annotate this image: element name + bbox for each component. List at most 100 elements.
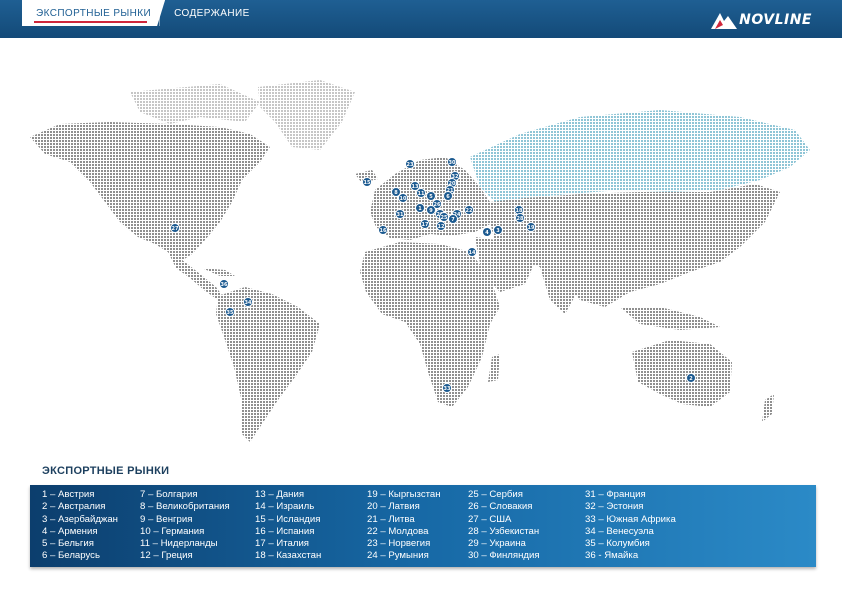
svg-text:27: 27 — [172, 226, 179, 232]
legend-item: 18 – Казахстан — [255, 550, 322, 562]
legend-item: 33 – Южная Африка — [585, 513, 676, 525]
tab-contents-label: СОДЕРЖАНИЕ — [174, 7, 250, 19]
map-marker-14: 14 — [467, 247, 477, 257]
legend-item: 26 – Словакия — [468, 501, 533, 513]
svg-text:9: 9 — [429, 208, 433, 214]
svg-text:23: 23 — [407, 162, 414, 168]
svg-text:1: 1 — [418, 206, 422, 212]
legend-item: 3 – Азербайджан — [42, 513, 118, 525]
map-marker-2: 2 — [686, 373, 696, 383]
map-marker-28: 28 — [515, 213, 525, 223]
map-marker-17: 17 — [420, 219, 430, 229]
svg-text:36: 36 — [221, 282, 228, 288]
map-marker-27: 27 — [170, 223, 180, 233]
map-marker-36: 36 — [219, 279, 229, 289]
svg-text:7: 7 — [451, 217, 455, 223]
map-marker-10: 10 — [398, 193, 408, 203]
legend-item: 1 – Австрия — [42, 489, 95, 500]
map-marker-12: 12 — [436, 221, 446, 231]
svg-text:2: 2 — [689, 376, 693, 382]
svg-text:4: 4 — [485, 230, 489, 236]
mountain-logo-icon — [711, 13, 738, 29]
novline-logo: NOVLINE — [711, 9, 812, 31]
legend-item: 13 – Дания — [255, 489, 305, 500]
tab-bar: ЭКСПОРТНЫЕ РЫНКИ СОДЕРЖАНИЕ — [22, 0, 258, 30]
legend-item: 16 – Испания — [255, 525, 315, 537]
legend-item: 2 – Австралия — [42, 501, 106, 513]
map-marker-23: 23 — [405, 159, 415, 169]
legend-item: 8 – Великобритания — [140, 501, 230, 513]
legend-item: 4 – Армения — [42, 525, 98, 537]
header-bar: ЭКСПОРТНЫЕ РЫНКИ СОДЕРЖАНИЕ NOVLINE — [0, 0, 842, 38]
legend-item: 32 – Эстония — [585, 501, 644, 513]
legend-item: 24 – Румыния — [367, 550, 429, 562]
svg-text:10: 10 — [400, 196, 407, 202]
tab-contents[interactable]: СОДЕРЖАНИЕ — [159, 0, 264, 26]
map-marker-1: 1 — [415, 203, 425, 213]
map-marker-4: 4 — [482, 227, 492, 237]
map-marker-34: 34 — [243, 297, 253, 307]
svg-text:33: 33 — [444, 386, 451, 392]
markets-legend: 1 – Австрия 2 – Австралия 3 – Азербайджа… — [30, 485, 816, 567]
legend-item: 10 – Германия — [140, 525, 205, 537]
logo-text: NOVLINE — [739, 12, 812, 28]
map-marker-25: 25 — [439, 212, 449, 222]
map-marker-30: 30 — [447, 157, 457, 167]
svg-text:6: 6 — [446, 194, 450, 200]
tab-export-markets-label: ЭКСПОРТНЫЕ РЫНКИ — [36, 7, 152, 19]
legend-item: 21 – Литва — [367, 513, 415, 525]
map-marker-5: 5 — [426, 191, 436, 201]
legend-item: 14 – Израиль — [255, 501, 315, 513]
legend-item: 17 – Италия — [255, 538, 310, 550]
legend-item: 6 – Беларусь — [42, 550, 100, 562]
map-marker-35: 35 — [225, 307, 235, 317]
map-marker-6: 6 — [443, 191, 453, 201]
map-marker-31: 31 — [395, 209, 405, 219]
legend-item: 20 – Латвия — [367, 501, 420, 513]
svg-text:12: 12 — [438, 224, 445, 230]
map-marker-3: 3 — [493, 225, 503, 235]
legend-column-2: 7 – Болгария 8 – Великобритания 9 – Венг… — [140, 489, 230, 563]
svg-text:16: 16 — [380, 228, 387, 234]
legend-column-1: 1 – Австрия 2 – Австралия 3 – Азербайджа… — [42, 489, 118, 563]
world-map: 1523303220218131151062619293117252422712… — [20, 62, 820, 452]
map-marker-9: 9 — [426, 205, 436, 215]
map-marker-15: 15 — [362, 177, 372, 187]
svg-text:8: 8 — [394, 190, 398, 196]
svg-text:18: 18 — [516, 208, 523, 214]
legend-item: 12 – Греция — [140, 550, 193, 562]
svg-text:11: 11 — [418, 191, 425, 197]
svg-text:28: 28 — [517, 216, 524, 222]
map-marker-11: 11 — [416, 188, 426, 198]
continents — [30, 80, 810, 442]
legend-item: 15 – Исландия — [255, 513, 321, 525]
svg-text:22: 22 — [466, 208, 473, 214]
legend-item: 36 - Ямайка — [585, 550, 639, 562]
svg-text:34: 34 — [245, 300, 252, 306]
svg-text:15: 15 — [364, 180, 371, 186]
legend-item: 31 – Франция — [585, 489, 646, 500]
legend-item: 30 – Финляндия — [468, 550, 540, 562]
map-marker-7: 7 — [448, 214, 458, 224]
legend-item: 23 – Норвегия — [367, 538, 431, 550]
legend-column-6: 31 – Франция 32 – Эстония 33 – Южная Афр… — [585, 489, 676, 563]
svg-text:13: 13 — [412, 184, 419, 190]
legend-item: 7 – Болгария — [140, 489, 198, 500]
legend-item: 25 – Сербия — [468, 489, 523, 500]
legend-item: 22 – Молдова — [367, 525, 429, 537]
svg-text:14: 14 — [469, 250, 476, 256]
legend-item: 9 – Венгрия — [140, 513, 193, 525]
world-map-graphic: 1523303220218131151062619293117252422712… — [30, 80, 810, 442]
legend-item: 35 – Колумбия — [585, 538, 650, 550]
svg-text:17: 17 — [422, 222, 429, 228]
tab-export-markets[interactable]: ЭКСПОРТНЫЕ РЫНКИ — [22, 0, 165, 26]
map-marker-33: 33 — [442, 383, 452, 393]
svg-text:35: 35 — [227, 310, 234, 316]
map-marker-19: 19 — [526, 222, 536, 232]
legend-item: 27 – США — [468, 513, 512, 525]
legend-item: 34 – Венесуэла — [585, 525, 654, 537]
map-marker-16: 16 — [378, 225, 388, 235]
svg-text:3: 3 — [496, 228, 500, 234]
legend-item: 29 – Украина — [468, 538, 526, 550]
legend-column-3: 13 – Дания 14 – Израиль 15 – Исландия 16… — [255, 489, 321, 563]
